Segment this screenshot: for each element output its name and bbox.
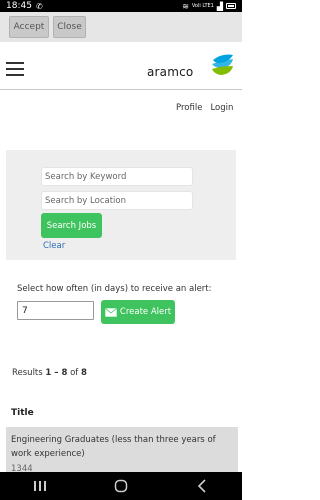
title-column-header[interactable]: Title bbox=[11, 408, 34, 418]
status-bar: 18:45 ✆ ≋ Voli LTE1 ▟ bbox=[0, 0, 242, 12]
site-header: aramco bbox=[0, 42, 242, 90]
home-icon[interactable] bbox=[106, 476, 136, 496]
top-nav: Profile Login bbox=[176, 103, 233, 113]
results-of: of bbox=[67, 368, 82, 378]
search-jobs-button[interactable]: Search Jobs bbox=[41, 213, 102, 238]
hamburger-icon[interactable] bbox=[6, 62, 24, 76]
wifi-icon: ≋ bbox=[182, 1, 189, 11]
network-label: Voli LTE1 bbox=[191, 3, 214, 9]
results-total: 8 bbox=[81, 368, 87, 378]
results-prefix: Results bbox=[12, 368, 46, 378]
job-title-link[interactable]: Engineering Graduates (less than three y… bbox=[11, 433, 233, 461]
create-alert-label: Create Alert bbox=[119, 307, 172, 317]
table-row[interactable]: Engineering Graduates (less than three y… bbox=[6, 427, 238, 474]
close-button[interactable]: Close bbox=[53, 16, 86, 38]
logo-text: aramco bbox=[147, 65, 194, 79]
whatsapp-icon: ✆ bbox=[35, 1, 43, 11]
results-range: 1 – 8 bbox=[45, 368, 68, 378]
back-icon[interactable] bbox=[187, 476, 217, 496]
search-panel: Search by Keyword Search by Location Sea… bbox=[6, 150, 236, 260]
battery-icon bbox=[226, 3, 236, 9]
alert-frequency-label: Select how often (in days) to receive an… bbox=[17, 284, 212, 294]
create-alert-button[interactable]: Create Alert bbox=[101, 300, 175, 324]
location-search-input[interactable]: Search by Location bbox=[41, 191, 193, 210]
clear-link[interactable]: Clear bbox=[43, 241, 65, 251]
aramco-logo-icon bbox=[212, 54, 233, 75]
system-nav-bar bbox=[0, 472, 242, 500]
profile-link[interactable]: Profile bbox=[176, 103, 202, 113]
status-time: 18:45 bbox=[6, 1, 32, 11]
status-icons: ≋ Voli LTE1 ▟ bbox=[182, 2, 236, 11]
aramco-logo[interactable]: aramco bbox=[147, 52, 237, 82]
keyword-search-input[interactable]: Search by Keyword bbox=[41, 167, 193, 186]
results-count: Results 1 – 8 of 8 bbox=[12, 368, 87, 378]
envelope-icon bbox=[105, 307, 117, 317]
recent-apps-icon[interactable] bbox=[25, 476, 55, 496]
cookie-bar: Accept Close bbox=[0, 12, 242, 42]
alert-days-input[interactable]: 7 bbox=[17, 301, 94, 320]
accept-button[interactable]: Accept bbox=[9, 16, 49, 38]
login-link[interactable]: Login bbox=[210, 103, 233, 113]
signal-icon: ▟ bbox=[216, 1, 223, 11]
